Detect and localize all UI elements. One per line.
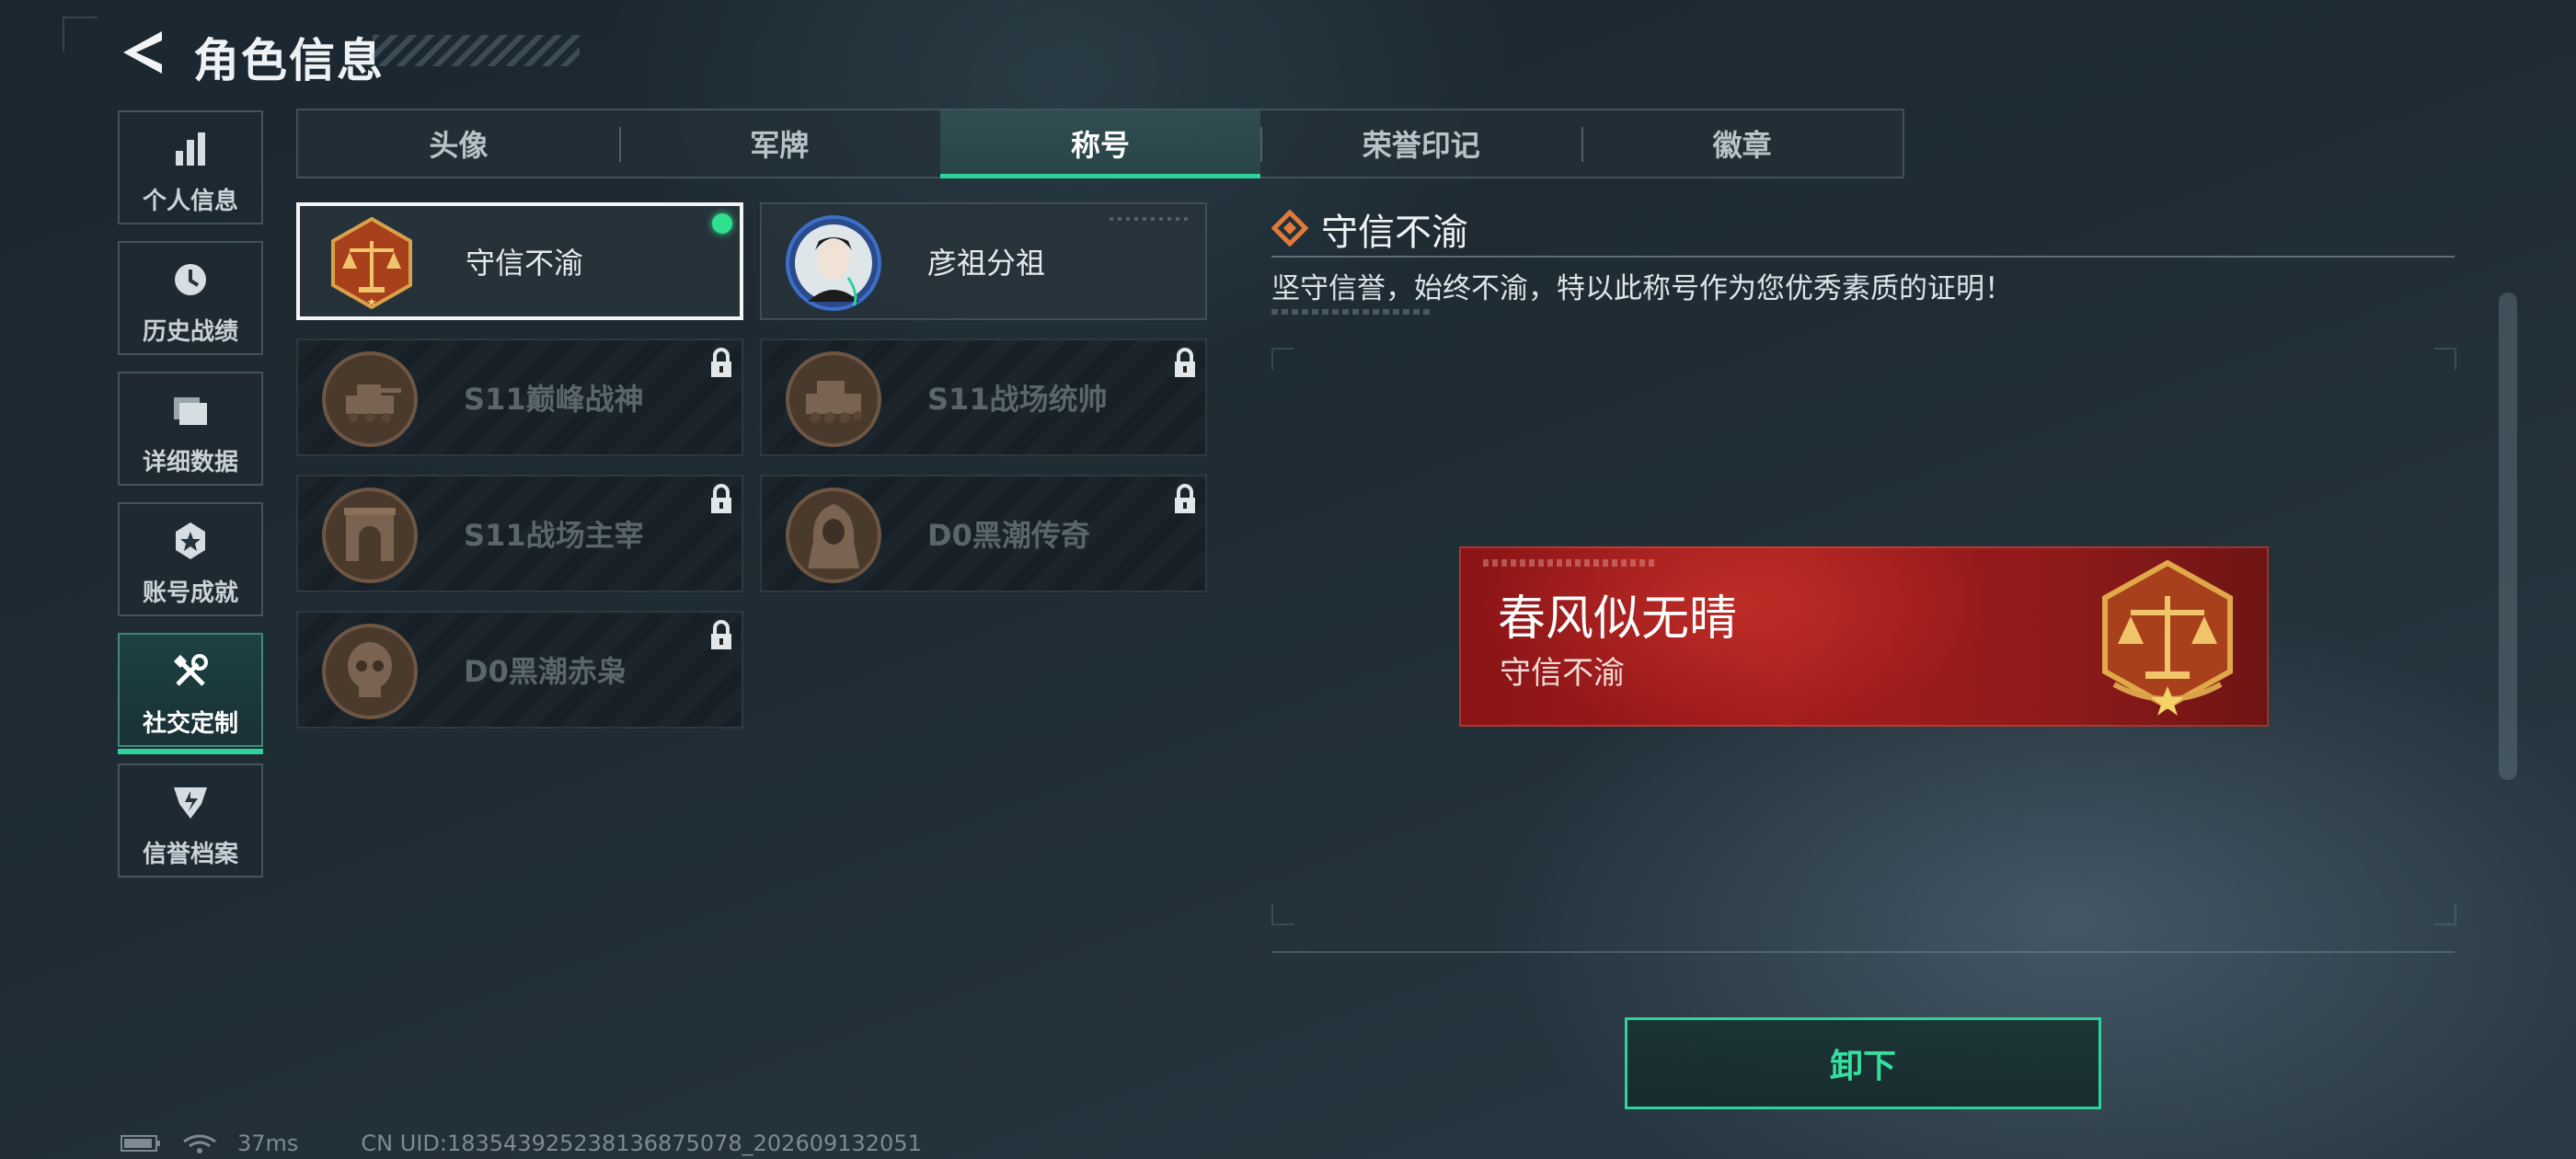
diamond-title-icon bbox=[1271, 210, 1308, 247]
title-card-label: S11战场主宰 bbox=[464, 518, 644, 553]
title-card-label: 守信不渝 bbox=[466, 246, 584, 281]
lock-icon bbox=[711, 620, 731, 649]
achievement-badge-icon bbox=[176, 522, 205, 559]
divider bbox=[1271, 951, 2455, 953]
nav-item-label: 详细数据 bbox=[142, 449, 238, 476]
tab-title[interactable]: 称号 bbox=[939, 110, 1261, 178]
status-bar: 37ms CN UID:1835439252381368750​78_20260… bbox=[120, 1130, 922, 1157]
nav-item-history[interactable]: 历史战绩 bbox=[118, 241, 263, 355]
title-card-locked[interactable]: S11战场统帅 bbox=[760, 339, 1207, 456]
arch-medal-icon bbox=[322, 488, 418, 583]
history-clock-icon bbox=[175, 264, 206, 295]
nav-item-label: 账号成就 bbox=[142, 580, 238, 607]
title-card-label: D0黑潮赤枭 bbox=[464, 654, 627, 689]
title-card-yanzu[interactable]: 彦祖分祖 bbox=[760, 202, 1207, 320]
nav-item-details[interactable]: 详细数据 bbox=[118, 372, 263, 486]
skull-medal-icon bbox=[322, 624, 418, 719]
title-card-label: S11战场统帅 bbox=[927, 382, 1108, 417]
code-decoration bbox=[1483, 559, 1658, 567]
title-card-locked[interactable]: S11战场主宰 bbox=[296, 475, 743, 592]
tab-honor-mark[interactable]: 荣誉印记 bbox=[1260, 110, 1581, 177]
nav-item-label: 信誉档案 bbox=[142, 841, 238, 868]
lock-icon bbox=[1175, 348, 1195, 377]
tab-avatar[interactable]: 头像 bbox=[298, 110, 619, 177]
title-card-label: S11巅峰战神 bbox=[464, 382, 644, 417]
title-card-locked[interactable]: D0黑潮赤枭 bbox=[296, 611, 743, 729]
dash-decoration bbox=[1271, 309, 1432, 315]
dots-decoration bbox=[1110, 217, 1192, 221]
nav-item-social[interactable]: 社交定制 bbox=[118, 633, 263, 754]
battery-icon bbox=[121, 1135, 160, 1152]
ping-text: 37ms bbox=[237, 1130, 299, 1156]
bar-chart-icon bbox=[176, 132, 205, 166]
title-stripe-decoration bbox=[373, 35, 580, 66]
folder-stack-icon bbox=[174, 397, 207, 425]
uid-text: CN UID:1835439252381368750​78_2026091320… bbox=[361, 1130, 922, 1156]
category-tabs: 头像 军牌 称号 荣誉印记 徽章 bbox=[296, 109, 1904, 178]
scales-medal-icon bbox=[2102, 559, 2233, 716]
nameplate-title: 守信不渝 bbox=[1500, 655, 1625, 692]
armored-vehicle-medal-icon bbox=[786, 351, 881, 447]
unequip-button[interactable]: 卸下 bbox=[1625, 1017, 2101, 1109]
detail-title: 守信不渝 bbox=[1321, 212, 1468, 254]
divider bbox=[1271, 256, 2455, 258]
title-card-shouxin[interactable]: 守信不渝 bbox=[296, 202, 743, 320]
title-card-label: 彦祖分祖 bbox=[927, 246, 1046, 281]
tank-medal-icon bbox=[322, 351, 418, 447]
tools-icon bbox=[173, 654, 208, 686]
wifi-icon bbox=[183, 1134, 216, 1153]
tab-dog-tag[interactable]: 军牌 bbox=[618, 110, 940, 177]
lock-icon bbox=[1175, 484, 1195, 513]
nameplate-player-name: 春风似无晴 bbox=[1498, 591, 1738, 647]
nav-item-profile[interactable]: 个人信息 bbox=[118, 110, 263, 224]
equipped-indicator bbox=[712, 213, 732, 234]
page-title: 角色信息 bbox=[193, 34, 385, 87]
nav-item-credit[interactable]: 信誉档案 bbox=[118, 763, 263, 878]
corner-decoration bbox=[63, 17, 98, 52]
lock-icon bbox=[711, 348, 731, 377]
lock-icon bbox=[711, 484, 731, 513]
title-card-locked[interactable]: S11巅峰战神 bbox=[296, 339, 743, 456]
nav-item-label: 社交定制 bbox=[142, 710, 238, 738]
detail-scrollbar[interactable] bbox=[2499, 293, 2517, 780]
detail-description: 坚守信誉，始终不渝，特以此称号作为您优秀素质的证明！ bbox=[1271, 272, 2013, 305]
title-card-locked[interactable]: D0黑潮传奇 bbox=[760, 475, 1207, 592]
portrait-medal-icon bbox=[786, 215, 881, 311]
title-card-label: D0黑潮传奇 bbox=[927, 518, 1090, 553]
back-arrow-icon[interactable] bbox=[120, 28, 166, 77]
nav-item-label: 个人信息 bbox=[142, 188, 238, 215]
nav-item-label: 历史战绩 bbox=[142, 318, 238, 346]
nav-item-achievements[interactable]: 账号成就 bbox=[118, 502, 263, 616]
tab-badge[interactable]: 徽章 bbox=[1581, 110, 1903, 177]
credit-shield-icon bbox=[174, 787, 207, 819]
scales-medal-icon bbox=[331, 216, 412, 310]
title-nameplate-preview: 春风似无晴 守信不渝 bbox=[1459, 546, 2269, 727]
hooded-figure-medal-icon bbox=[786, 488, 881, 583]
